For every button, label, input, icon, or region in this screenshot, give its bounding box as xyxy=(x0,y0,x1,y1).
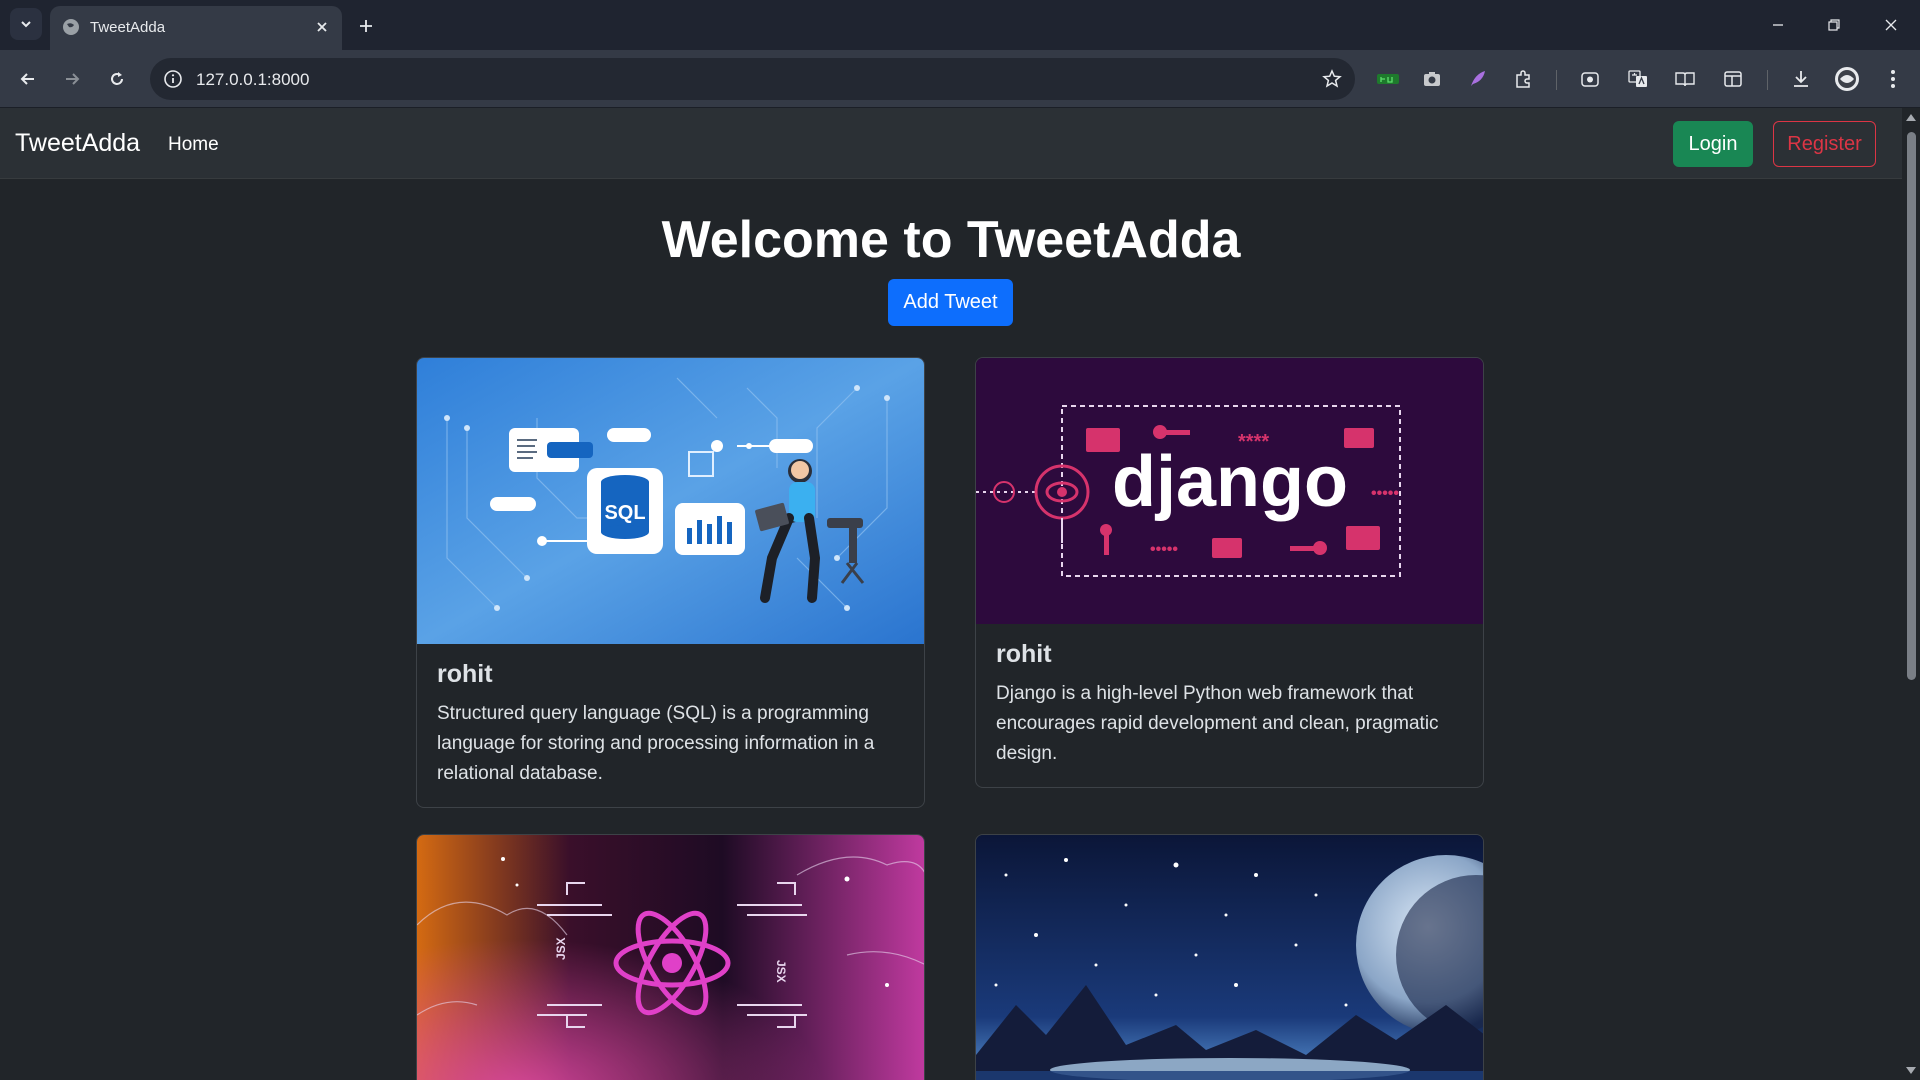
svg-text:•••••: ••••• xyxy=(1150,541,1178,558)
star-icon[interactable] xyxy=(1321,68,1343,90)
new-tab-button[interactable] xyxy=(352,12,380,40)
scroll-thumb[interactable] xyxy=(1907,132,1916,680)
sql-image-label: SQL xyxy=(604,502,645,524)
tweet-image-sql: SQL xyxy=(417,358,924,644)
jsx-label-right: JSX xyxy=(774,960,788,983)
address-bar[interactable]: 127.0.0.1:8000 xyxy=(150,58,1355,100)
toolbar-divider xyxy=(1767,70,1768,90)
jsx-label-left: JSX xyxy=(554,937,568,960)
url-text[interactable]: 127.0.0.1:8000 xyxy=(196,70,309,90)
tweet-image-django: **** ••••• ••••• django xyxy=(976,358,1483,624)
svg-text:•••••: ••••• xyxy=(1371,485,1399,502)
scroll-up-arrow-icon[interactable] xyxy=(1906,114,1916,121)
globe-icon xyxy=(63,19,79,35)
close-tab-button[interactable] xyxy=(312,17,332,37)
extension-bu-icon[interactable] xyxy=(1374,65,1402,93)
puzzle-icon[interactable] xyxy=(1509,65,1537,93)
profile-avatar-icon[interactable] xyxy=(1833,65,1861,93)
brand-link[interactable]: TweetAdda xyxy=(15,129,140,158)
info-icon[interactable] xyxy=(162,68,184,90)
page-scrollbar[interactable] xyxy=(1902,108,1920,1080)
arrow-right-icon xyxy=(66,73,80,85)
translate-icon[interactable] xyxy=(1624,65,1652,93)
feather-icon[interactable] xyxy=(1464,65,1492,93)
restore-button[interactable] xyxy=(1819,10,1849,40)
tweet-text: Structured query language (SQL) is a pro… xyxy=(437,703,875,784)
tweet-image-space xyxy=(976,835,1483,1080)
reading-mode-icon[interactable] xyxy=(1671,65,1699,93)
side-panel-icon[interactable] xyxy=(1719,65,1747,93)
download-icon[interactable] xyxy=(1787,65,1815,93)
add-tweet-button[interactable]: Add Tweet xyxy=(888,279,1013,326)
plus-icon xyxy=(360,20,372,32)
screenshot-icon[interactable] xyxy=(1576,65,1604,93)
tweet-text: Django is a high-level Python web framew… xyxy=(996,683,1439,764)
tweet-card: JSX JSX xyxy=(416,834,925,1080)
tweet-author: rohit xyxy=(437,660,493,688)
site-navbar: TweetAdda Home Login Register xyxy=(0,108,1902,179)
tweet-card: **** ••••• ••••• django rohit Django is … xyxy=(975,357,1484,788)
tweet-author: rohit xyxy=(996,640,1052,668)
browser-tab[interactable]: TweetAdda xyxy=(50,6,342,50)
minimize-button[interactable] xyxy=(1763,10,1793,40)
tab-search-button[interactable] xyxy=(10,8,42,40)
chevron-down-icon xyxy=(21,21,31,28)
tab-title: TweetAdda xyxy=(90,19,166,36)
toolbar-divider xyxy=(1556,70,1557,90)
close-icon xyxy=(1885,19,1897,31)
browser-toolbar: 127.0.0.1:8000 xyxy=(0,50,1920,108)
kebab-menu-icon[interactable] xyxy=(1879,65,1907,93)
restore-icon xyxy=(1828,19,1840,31)
tweet-card xyxy=(975,834,1484,1080)
back-button[interactable] xyxy=(13,64,43,94)
django-image-label: django xyxy=(1112,442,1348,522)
register-button[interactable]: Register xyxy=(1773,121,1876,167)
browser-tab-strip: TweetAdda xyxy=(0,0,1920,50)
reload-button[interactable] xyxy=(102,64,132,94)
login-button[interactable]: Login xyxy=(1673,121,1753,167)
camera-icon[interactable] xyxy=(1418,65,1446,93)
close-icon xyxy=(317,22,327,32)
minimize-icon xyxy=(1773,24,1783,26)
close-window-button[interactable] xyxy=(1876,10,1906,40)
scroll-down-arrow-icon[interactable] xyxy=(1906,1067,1916,1074)
page-title: Welcome to TweetAdda xyxy=(661,211,1241,269)
forward-button[interactable] xyxy=(57,64,87,94)
page-viewport: TweetAdda Home Login Register Welcome to… xyxy=(0,108,1920,1080)
nav-link-home[interactable]: Home xyxy=(168,134,219,156)
tweet-card: SQL rohit Structured query language (SQL… xyxy=(416,357,925,808)
reload-icon xyxy=(111,72,123,85)
tweet-image-react: JSX JSX xyxy=(417,835,924,1080)
arrow-left-icon xyxy=(20,73,34,85)
